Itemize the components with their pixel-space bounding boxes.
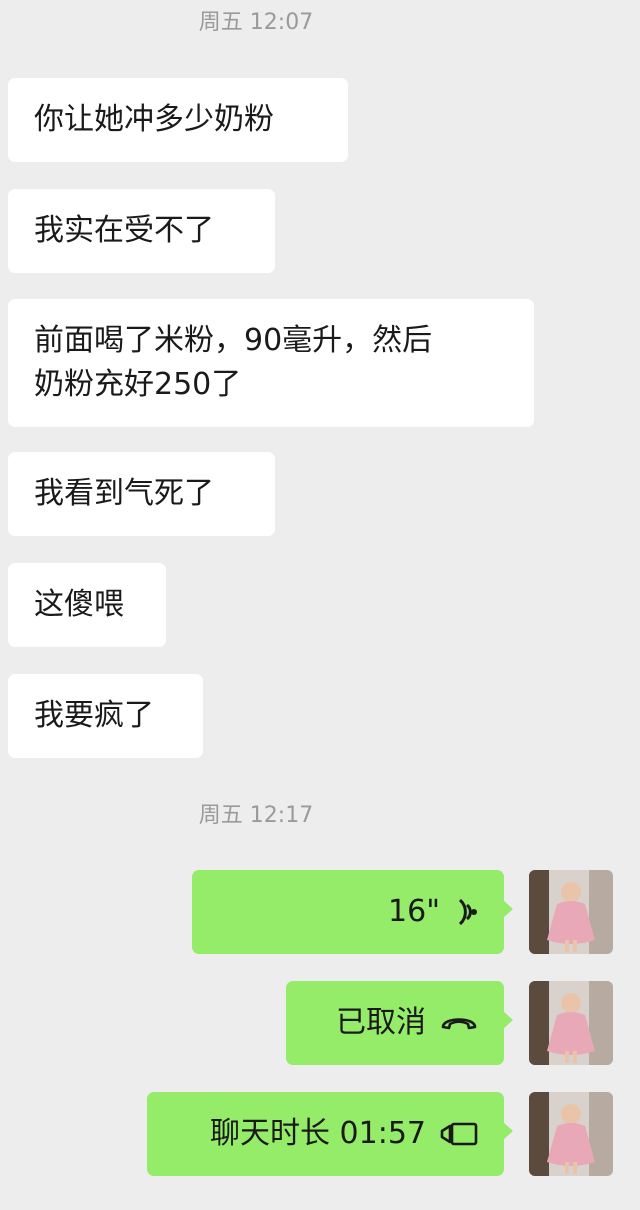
incoming-message[interactable]: 这傻喂 [8, 563, 166, 647]
avatar[interactable] [529, 870, 613, 954]
video-call-message[interactable]: 聊天时长 01:57 [147, 1092, 513, 1176]
voice-wave-icon [454, 898, 478, 926]
video-camera-icon [440, 1121, 478, 1147]
voice-duration: 16" [388, 894, 440, 929]
voice-message[interactable]: 16" [192, 870, 513, 954]
incoming-message[interactable]: 我看到气死了 [8, 452, 275, 536]
phone-hangup-icon [440, 1013, 478, 1033]
timestamp: 周五 12:17 [198, 803, 314, 828]
incoming-message[interactable]: 我要疯了 [8, 674, 203, 758]
avatar[interactable] [529, 1092, 613, 1176]
chat-window: 周五 12:07 你让她冲多少奶粉 我实在受不了 前面喝了米粉，90毫升，然后 … [0, 0, 640, 1210]
incoming-message[interactable]: 前面喝了米粉，90毫升，然后 奶粉充好250了 [8, 299, 534, 427]
timestamp: 周五 12:07 [198, 10, 314, 35]
incoming-message[interactable]: 我实在受不了 [8, 189, 275, 273]
call-duration: 聊天时长 01:57 [210, 1116, 426, 1151]
incoming-message[interactable]: 你让她冲多少奶粉 [8, 78, 348, 162]
avatar[interactable] [529, 981, 613, 1065]
cancelled-call-message[interactable]: 已取消 [286, 981, 513, 1065]
call-status: 已取消 [336, 1005, 426, 1040]
